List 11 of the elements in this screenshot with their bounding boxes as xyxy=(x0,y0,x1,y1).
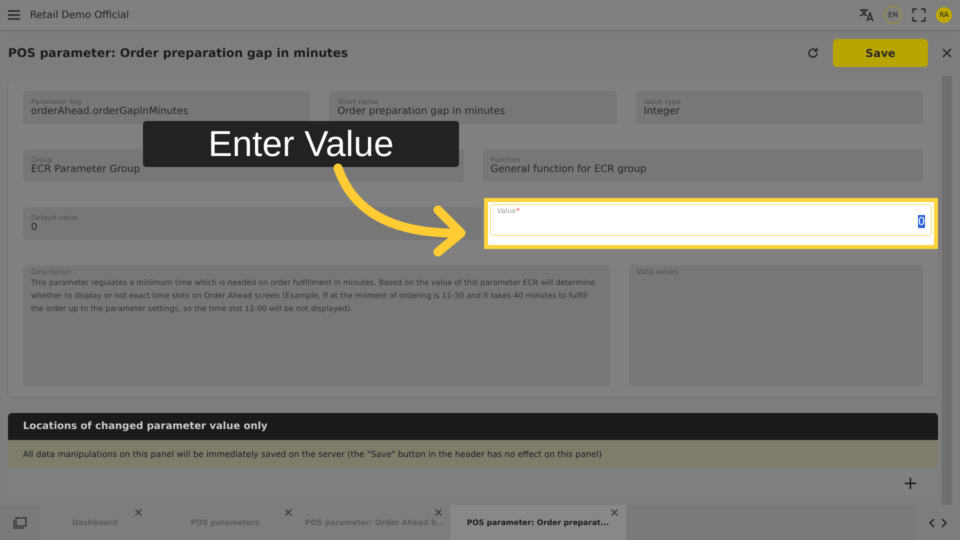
field-value: Integer xyxy=(644,106,681,117)
panel-title: Locations of changed parameter value only xyxy=(8,413,938,440)
field-value: orderAhead.orderGapInMinutes xyxy=(31,106,190,117)
page-title: POS parameter: Order preparation gap in minutes xyxy=(8,46,350,60)
enter-value-tooltip: Enter Value xyxy=(143,121,459,167)
field-value: General function for ECR group xyxy=(490,164,648,175)
field-value: 0 xyxy=(31,222,38,233)
field-value: ECR Parameter Group xyxy=(31,164,142,175)
app-title: Retail Demo Official xyxy=(30,10,130,20)
notice-text: All data manipulations on this panel will be immediately saved on the server (the "Save" button in the header has no effect on this panel) xyxy=(8,440,938,468)
field-value: Order preparation gap in minutes xyxy=(337,106,506,117)
